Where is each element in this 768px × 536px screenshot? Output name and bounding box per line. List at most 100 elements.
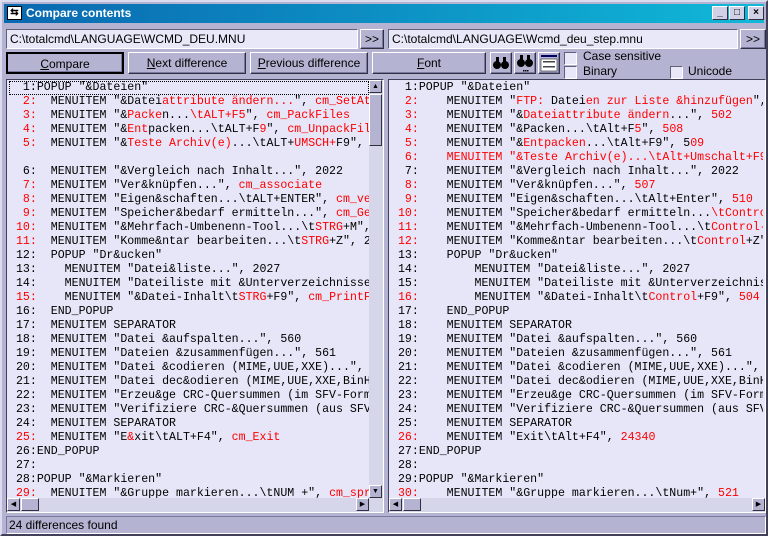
code-line[interactable]: 24: MENUITEM "Verifiziere CRC-&Quersumme… <box>391 403 763 417</box>
code-line[interactable]: 23: MENUITEM "Erzeu&ge CRC-Quersummen (i… <box>391 389 763 403</box>
line-number: 27: <box>9 459 37 472</box>
code-line[interactable]: 14: MENUITEM "Datei&liste...", 2027 <box>391 263 763 277</box>
code-line[interactable]: 3: MENUITEM "&Dateiattribute ändern...",… <box>391 109 763 123</box>
code-line[interactable]: 5: MENUITEM "&Teste Archiv(e)...\tALT+UM… <box>9 137 369 151</box>
code-line[interactable]: 22: MENUITEM "Erzeu&ge CRC-Quersummen (i… <box>9 389 369 403</box>
line-text: +M", <box>342 221 369 234</box>
right-browse-button[interactable]: >> <box>740 29 766 49</box>
code-line[interactable]: 6: MENUITEM "&Teste Archiv(e)...\tAlt+Um… <box>391 151 763 165</box>
code-line[interactable]: 15: MENUITEM "&Datei-Inhalt\tSTRG+F9", c… <box>9 291 369 305</box>
code-line[interactable]: 24: MENUITEM SEPARATOR <box>9 417 369 431</box>
code-line[interactable]: 20: MENUITEM "Datei &codieren (MIME,UUE,… <box>9 361 369 375</box>
code-line[interactable]: 13: MENUITEM "Datei&liste...", 2027 <box>9 263 369 277</box>
code-line[interactable]: 29: MENUITEM "&Gruppe markieren...\tNUM … <box>9 487 369 498</box>
scroll-left-arrow-icon[interactable]: ◀ <box>7 498 20 511</box>
code-line[interactable]: 7: MENUITEM "Ver&knüpfen...", cm_associa… <box>9 179 369 193</box>
find-next-button[interactable] <box>514 52 536 74</box>
right-text-view[interactable]: 1:POPUP "&Dateien" 2: MENUITEM "FTP: Dat… <box>391 81 763 498</box>
previous-difference-button[interactable]: Previous difference <box>250 52 368 74</box>
scroll-thumb[interactable] <box>403 498 421 511</box>
code-line[interactable]: 26:END_POPUP <box>9 445 369 459</box>
minimize-button[interactable]: _ <box>712 6 728 20</box>
code-line[interactable]: 25: MENUITEM "E&xit\tALT+F4", cm_Exit <box>9 431 369 445</box>
scroll-right-arrow-icon[interactable]: ▶ <box>356 498 369 511</box>
code-line[interactable]: 29:POPUP "&Markieren" <box>391 473 763 487</box>
code-line[interactable]: 9: MENUITEM "Speicher&bedarf ermitteln..… <box>9 207 369 221</box>
case-sensitive-checkbox[interactable] <box>564 52 577 65</box>
code-line[interactable]: 20: MENUITEM "Dateien &zusammenfügen..."… <box>391 347 763 361</box>
code-line[interactable]: 11: MENUITEM "Komme&ntar bearbeiten...\t… <box>9 235 369 249</box>
code-line[interactable]: 11: MENUITEM "&Mehrfach-Umbenenn-Tool...… <box>391 221 763 235</box>
scroll-down-arrow-icon[interactable]: ▼ <box>369 485 382 498</box>
left-text-view[interactable]: 1:POPUP "&Dateien" 2: MENUITEM "&Dateiat… <box>9 81 369 498</box>
code-line[interactable]: 18: MENUITEM "Datei &aufspalten...", 560 <box>9 333 369 347</box>
line-number: 15: <box>391 277 419 290</box>
code-line[interactable]: 18: MENUITEM SEPARATOR <box>391 319 763 333</box>
code-line[interactable]: 26: MENUITEM "Exit\tAlt+F4", 24340 <box>391 431 763 445</box>
left-browse-button[interactable]: >> <box>360 29 384 49</box>
code-line[interactable]: 4: MENUITEM "&Entpacken...\tALT+F9", cm_… <box>9 123 369 137</box>
accel-key: C <box>40 57 49 71</box>
right-compare-pane[interactable]: 1:POPUP "&Dateien" 2: MENUITEM "FTP: Dat… <box>388 79 766 513</box>
unicode-checkbox[interactable] <box>670 66 683 79</box>
font-button[interactable]: Font <box>372 52 486 74</box>
right-file-path-input[interactable]: C:\totalcmd\LANGUAGE\Wcmd_deu_step.mnu <box>388 29 738 49</box>
binary-checkbox[interactable] <box>564 66 577 79</box>
code-line[interactable]: 3: MENUITEM "&Packen...\tALT+F5", cm_Pac… <box>9 109 369 123</box>
code-line[interactable]: 1:POPUP "&Dateien" <box>9 81 369 95</box>
code-line[interactable]: 2: MENUITEM "FTP: Dateien zur Liste &hin… <box>391 95 763 109</box>
code-line[interactable]: 27:END_POPUP <box>391 445 763 459</box>
code-line[interactable]: 14: MENUITEM "Dateiliste mit &Unterverze… <box>9 277 369 291</box>
code-line[interactable]: 12: POPUP "Dr&ucken" <box>9 249 369 263</box>
code-line[interactable]: 10: MENUITEM "Speicher&bedarf ermitteln.… <box>391 207 763 221</box>
code-line[interactable]: 21: MENUITEM "Datei &codieren (MIME,UUE,… <box>391 361 763 375</box>
left-compare-pane[interactable]: 1:POPUP "&Dateien" 2: MENUITEM "&Dateiat… <box>6 79 384 513</box>
scroll-right-arrow-icon[interactable]: ▶ <box>752 498 765 511</box>
code-line[interactable]: 7: MENUITEM "&Vergleich nach Inhalt...",… <box>391 165 763 179</box>
code-line[interactable]: 25: MENUITEM SEPARATOR <box>391 417 763 431</box>
code-line[interactable]: 4: MENUITEM "&Packen...\tAlt+F5", 508 <box>391 123 763 137</box>
scroll-left-arrow-icon[interactable]: ◀ <box>389 498 402 511</box>
compare-button[interactable]: Compare <box>6 52 124 74</box>
code-line[interactable]: 22: MENUITEM "Datei dec&odieren (MIME,UU… <box>391 375 763 389</box>
code-line[interactable]: 28: <box>391 459 763 473</box>
scroll-thumb[interactable] <box>369 94 382 146</box>
code-line[interactable]: 27: <box>9 459 369 473</box>
line-text: MENUITEM "&Vergleich nach Inhalt...", 20… <box>418 165 739 178</box>
code-line[interactable]: 21: MENUITEM "Datei dec&odieren (MIME,UU… <box>9 375 369 389</box>
code-line[interactable]: 17: END_POPUP <box>391 305 763 319</box>
code-line[interactable]: 15: MENUITEM "Dateiliste mit &Unterverze… <box>391 277 763 291</box>
left-vertical-scrollbar[interactable]: ▲ ▼ <box>369 80 383 498</box>
code-line[interactable]: 8: MENUITEM "Eigen&schaften...\tALT+ENTE… <box>9 193 369 207</box>
right-horizontal-scrollbar[interactable]: ◀ ▶ <box>389 498 765 512</box>
code-line[interactable]: 23: MENUITEM "Verifiziere CRC-&Quersumme… <box>9 403 369 417</box>
code-line[interactable]: 2: MENUITEM "&Dateiattribute ändern...",… <box>9 95 369 109</box>
code-line[interactable]: 10: MENUITEM "&Mehrfach-Umbenenn-Tool...… <box>9 221 369 235</box>
code-line[interactable]: 1:POPUP "&Dateien" <box>391 81 763 95</box>
code-line[interactable]: 9: MENUITEM "Eigen&schaften...\tAlt+Ente… <box>391 193 763 207</box>
close-button[interactable]: × <box>748 6 764 20</box>
code-line[interactable]: 19: MENUITEM "Datei &aufspalten...", 560 <box>391 333 763 347</box>
code-line[interactable]: 28:POPUP "&Markieren" <box>9 473 369 487</box>
left-horizontal-scrollbar[interactable]: ◀ ▶ <box>7 498 383 512</box>
code-line[interactable]: 17: MENUITEM SEPARATOR <box>9 319 369 333</box>
code-line[interactable]: 30: MENUITEM "&Gruppe markieren...\tNum+… <box>391 487 763 498</box>
maximize-button[interactable]: □ <box>729 6 745 20</box>
code-line[interactable]: 5: MENUITEM "&Entpacken...\tAlt+F9", 509 <box>391 137 763 151</box>
find-button[interactable] <box>490 52 512 74</box>
code-line[interactable]: 12: MENUITEM "Komme&ntar bearbeiten...\t… <box>391 235 763 249</box>
next-difference-button[interactable]: Next difference <box>128 52 246 74</box>
code-line[interactable]: 16: MENUITEM "&Datei-Inhalt\tControl+F9"… <box>391 291 763 305</box>
edit-compare-button[interactable] <box>538 52 560 74</box>
diff-text: \tALT+F5 <box>189 109 246 122</box>
code-line[interactable]: 16: END_POPUP <box>9 305 369 319</box>
code-line[interactable]: 6: MENUITEM "&Vergleich nach Inhalt...",… <box>9 165 369 179</box>
code-line[interactable]: 13: POPUP "Dr&ucken" <box>391 249 763 263</box>
scroll-thumb[interactable] <box>21 498 39 511</box>
code-line[interactable] <box>9 151 369 165</box>
code-line[interactable]: 8: MENUITEM "Ver&knüpfen...", 507 <box>391 179 763 193</box>
scroll-up-arrow-icon[interactable]: ▲ <box>369 80 382 93</box>
diff-text: MENUITEM "&Teste Archiv(e)...\tAlt+Umsch… <box>418 151 763 164</box>
left-file-path-input[interactable]: C:\totalcmd\LANGUAGE\WCMD_DEU.MNU <box>6 29 358 49</box>
code-line[interactable]: 19: MENUITEM "Dateien &zusammenfügen..."… <box>9 347 369 361</box>
